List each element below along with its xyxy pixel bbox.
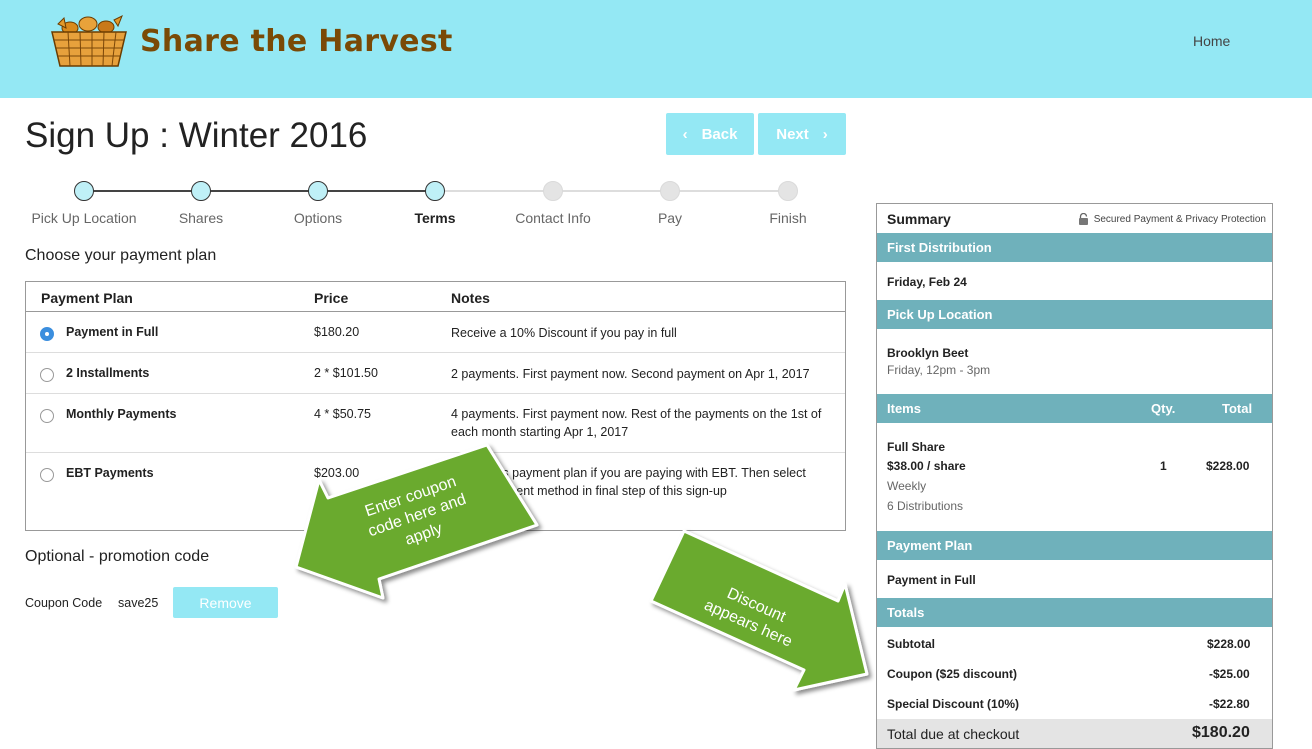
subtotal-label: Subtotal (887, 637, 935, 651)
table-row-ebt-payments[interactable]: EBT Payments $203.00 Select this payment… (26, 453, 845, 530)
plan-price: 4 * $50.75 (314, 407, 371, 421)
harvest-basket-logo[interactable] (48, 14, 130, 70)
step-label-finish: Finish (769, 210, 807, 226)
step-dot-pay (660, 181, 680, 201)
item-price: $38.00 / share (887, 459, 966, 473)
table-row-payment-in-full[interactable]: Payment in Full $180.20 Receive a 10% Di… (26, 312, 845, 353)
radio-payment-in-full[interactable] (40, 327, 54, 341)
qty-heading: Qty. (1151, 401, 1176, 416)
stepper-line-remaining (435, 190, 788, 192)
plan-note: 4 payments. First payment now. Rest of t… (451, 407, 822, 439)
plan-note: 2 payments. First payment now. Second pa… (451, 367, 810, 381)
items-heading: Items (887, 401, 921, 416)
step-dot-pick-up-location[interactable] (74, 181, 94, 201)
plan-name[interactable]: 2 Installments (66, 366, 149, 380)
back-button[interactable]: ‹ Back (666, 113, 754, 155)
step-dot-options[interactable] (308, 181, 328, 201)
column-header-plan: Payment Plan (41, 290, 133, 306)
first-distribution-date: Friday, Feb 24 (887, 275, 967, 289)
plan-name[interactable]: Monthly Payments (66, 407, 176, 421)
discount-callout-arrow: Discount appears here (649, 529, 869, 692)
item-distributions: 6 Distributions (887, 499, 964, 513)
subtotal-value: $228.00 (1207, 637, 1251, 651)
pickup-location-time: Friday, 12pm - 3pm (887, 363, 991, 377)
brand-name[interactable]: Share the Harvest (140, 24, 453, 59)
plan-price: 2 * $101.50 (314, 366, 378, 380)
lock-icon (1078, 213, 1088, 225)
column-header-notes: Notes (451, 290, 490, 306)
special-discount-value: -$22.80 (1209, 697, 1250, 711)
radio-monthly-payments[interactable] (40, 409, 54, 423)
plan-name[interactable]: Payment in Full (66, 325, 158, 339)
radio-ebt-payments[interactable] (40, 468, 54, 482)
next-button-label: Next (776, 125, 809, 143)
pickup-location-band: Pick Up Location (877, 300, 1272, 329)
total-due-label: Total due at checkout (887, 726, 1020, 742)
coupon-discount-label: Coupon ($25 discount) (887, 667, 1017, 681)
step-dot-terms[interactable] (425, 181, 445, 201)
item-frequency: Weekly (887, 479, 927, 493)
column-header-price: Price (314, 290, 349, 306)
payment-plan-heading: Payment Plan (887, 538, 973, 553)
coupon-discount-value: -$25.00 (1209, 667, 1250, 681)
plan-note: Receive a 10% Discount if you pay in ful… (451, 326, 677, 340)
back-button-label: Back (701, 125, 738, 143)
total-due-bar: Total due at checkout $180.20 (877, 719, 1272, 748)
pickup-location-heading: Pick Up Location (887, 307, 993, 322)
payment-plan-section-title: Choose your payment plan (25, 247, 217, 264)
chevron-left-icon: ‹ (682, 125, 688, 143)
table-header: Payment Plan Price Notes (26, 282, 845, 312)
step-dot-contact-info (543, 181, 563, 201)
next-button[interactable]: Next › (758, 113, 846, 155)
page-title: Sign Up : Winter 2016 (25, 116, 368, 155)
step-dot-shares[interactable] (191, 181, 211, 201)
summary-header: Summary Secured Payment & Privacy Protec… (877, 204, 1272, 233)
secure-payment-notice: Secured Payment & Privacy Protection (1078, 213, 1266, 225)
discount-callout-line-1: Discount (724, 585, 788, 626)
summary-title: Summary (887, 211, 951, 227)
remove-coupon-button[interactable]: Remove (173, 587, 278, 618)
item-total: $228.00 (1206, 459, 1250, 473)
payment-plan-band: Payment Plan (877, 531, 1272, 560)
totals-band: Totals (877, 598, 1272, 627)
first-distribution-heading: First Distribution (887, 240, 992, 255)
total-due-value: $180.20 (1192, 724, 1250, 741)
stepper-line-complete (84, 190, 435, 192)
coupon-code-label: Coupon Code (25, 596, 103, 610)
nav-home-link[interactable]: Home (1193, 33, 1230, 49)
step-dot-finish (778, 181, 798, 201)
special-discount-label: Special Discount (10%) (887, 697, 1020, 711)
first-distribution-band: First Distribution (877, 233, 1272, 262)
total-heading: Total (1222, 401, 1253, 416)
payment-plan-value: Payment in Full (887, 573, 976, 587)
table-row-2-installments[interactable]: 2 Installments 2 * $101.50 2 payments. F… (26, 353, 845, 394)
item-qty: 1 (1160, 459, 1167, 473)
plan-price: $203.00 (314, 466, 360, 480)
plan-note: Select this payment plan if you are payi… (451, 466, 806, 498)
radio-2-installments[interactable] (40, 368, 54, 382)
coupon-code-value: save25 (118, 596, 159, 610)
plan-name[interactable]: EBT Payments (66, 466, 154, 480)
payment-plan-table: Payment Plan Price Notes Payment in Full… (25, 281, 846, 531)
items-band: Items Qty. Total (877, 394, 1272, 423)
promo-section-title: Optional - promotion code (25, 548, 210, 565)
plan-price: $180.20 (314, 325, 360, 339)
progress-stepper: Pick Up Location Shares Options Terms Co… (0, 178, 860, 234)
item-name: Full Share (887, 440, 946, 454)
secure-payment-text: Secured Payment & Privacy Protection (1093, 213, 1266, 225)
site-header: Share the Harvest Home (0, 0, 1312, 98)
discount-callout-line-2: appears here (702, 597, 795, 651)
totals-heading: Totals (887, 605, 925, 620)
chevron-right-icon: › (822, 125, 828, 143)
pickup-location-name: Brooklyn Beet (887, 346, 969, 360)
table-row-monthly-payments[interactable]: Monthly Payments 4 * $50.75 4 payments. … (26, 394, 845, 453)
order-summary-panel: Summary Secured Payment & Privacy Protec… (876, 203, 1273, 749)
